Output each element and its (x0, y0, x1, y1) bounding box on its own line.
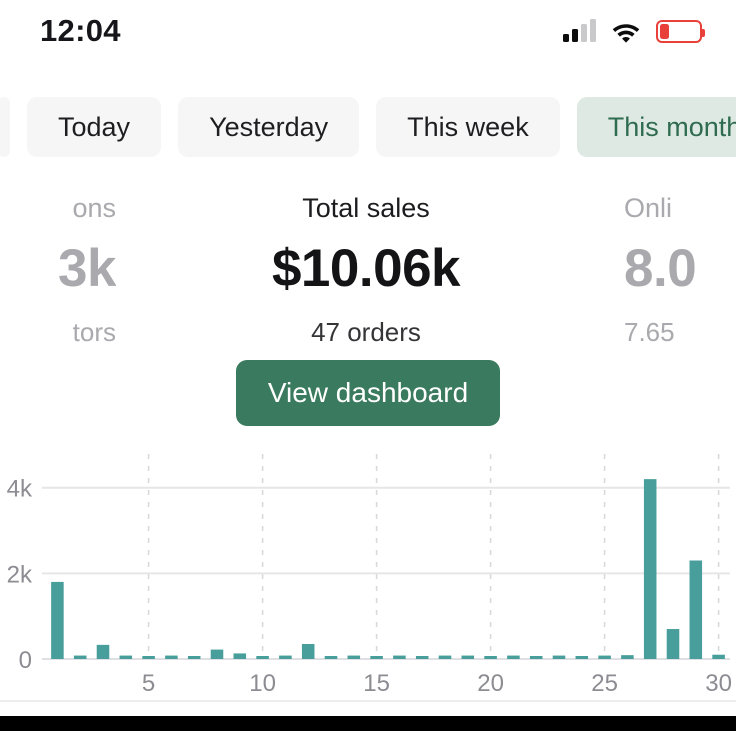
svg-text:20: 20 (477, 670, 504, 697)
status-bar: 12:04 (0, 0, 736, 62)
svg-text:5: 5 (142, 670, 155, 697)
chip-yesterday[interactable]: Yesterday (178, 97, 360, 157)
svg-text:2k: 2k (7, 561, 33, 588)
svg-text:10: 10 (249, 670, 276, 697)
status-time: 12:04 (40, 13, 121, 48)
chip-this-month[interactable]: This month (576, 97, 736, 157)
battery-low-icon (656, 19, 705, 43)
chip-this-week[interactable]: This week (376, 97, 560, 157)
wifi-icon (611, 20, 641, 43)
metric-right-title: Onli (624, 193, 673, 223)
chip-partial-left[interactable] (0, 97, 10, 157)
sales-bar-chart[interactable]: 0 2k 4k 5 10 15 20 25 30 (0, 452, 736, 697)
metric-card-total-sales[interactable]: Total sales $10.06k 47 orders (116, 178, 616, 349)
chip-today[interactable]: Today (27, 97, 162, 157)
date-range-filter-chips[interactable]: Today Yesterday This week This month (0, 94, 736, 160)
bar-chart-svg: 0 2k 4k 5 10 15 20 25 30 (7, 454, 732, 697)
metric-total-sales-title: Total sales (302, 193, 430, 223)
svg-text:15: 15 (363, 670, 390, 697)
metric-right-value: 8.0 (624, 238, 697, 298)
svg-text:25: 25 (591, 670, 618, 697)
status-icons (563, 19, 705, 43)
metric-total-sales-value: $10.06k (271, 238, 461, 298)
metric-left-value: 3k (58, 238, 116, 298)
metric-total-sales-orders: 47 orders (311, 317, 421, 347)
metric-cards-row: ons 3k tors Total sales $10.06k 47 order… (0, 178, 736, 348)
metric-left-title: ons (72, 193, 116, 223)
svg-text:30: 30 (705, 670, 732, 697)
svg-text:4k: 4k (7, 476, 33, 503)
svg-text:0: 0 (19, 647, 32, 674)
cta-container: View dashboard (0, 360, 736, 426)
metric-left-sub: tors (72, 317, 116, 347)
bottom-divider (0, 700, 736, 702)
metric-card-right[interactable]: Onli 8.0 7.65 (616, 178, 736, 349)
home-indicator-bar (0, 716, 736, 731)
phone-screen: 12:04 Today Yesterday This week This mon… (0, 0, 736, 731)
metric-card-left[interactable]: ons 3k tors (0, 178, 116, 349)
view-dashboard-button[interactable]: View dashboard (235, 360, 501, 426)
cellular-signal-icon (563, 19, 596, 42)
metric-right-sub: 7.65 (624, 317, 675, 347)
